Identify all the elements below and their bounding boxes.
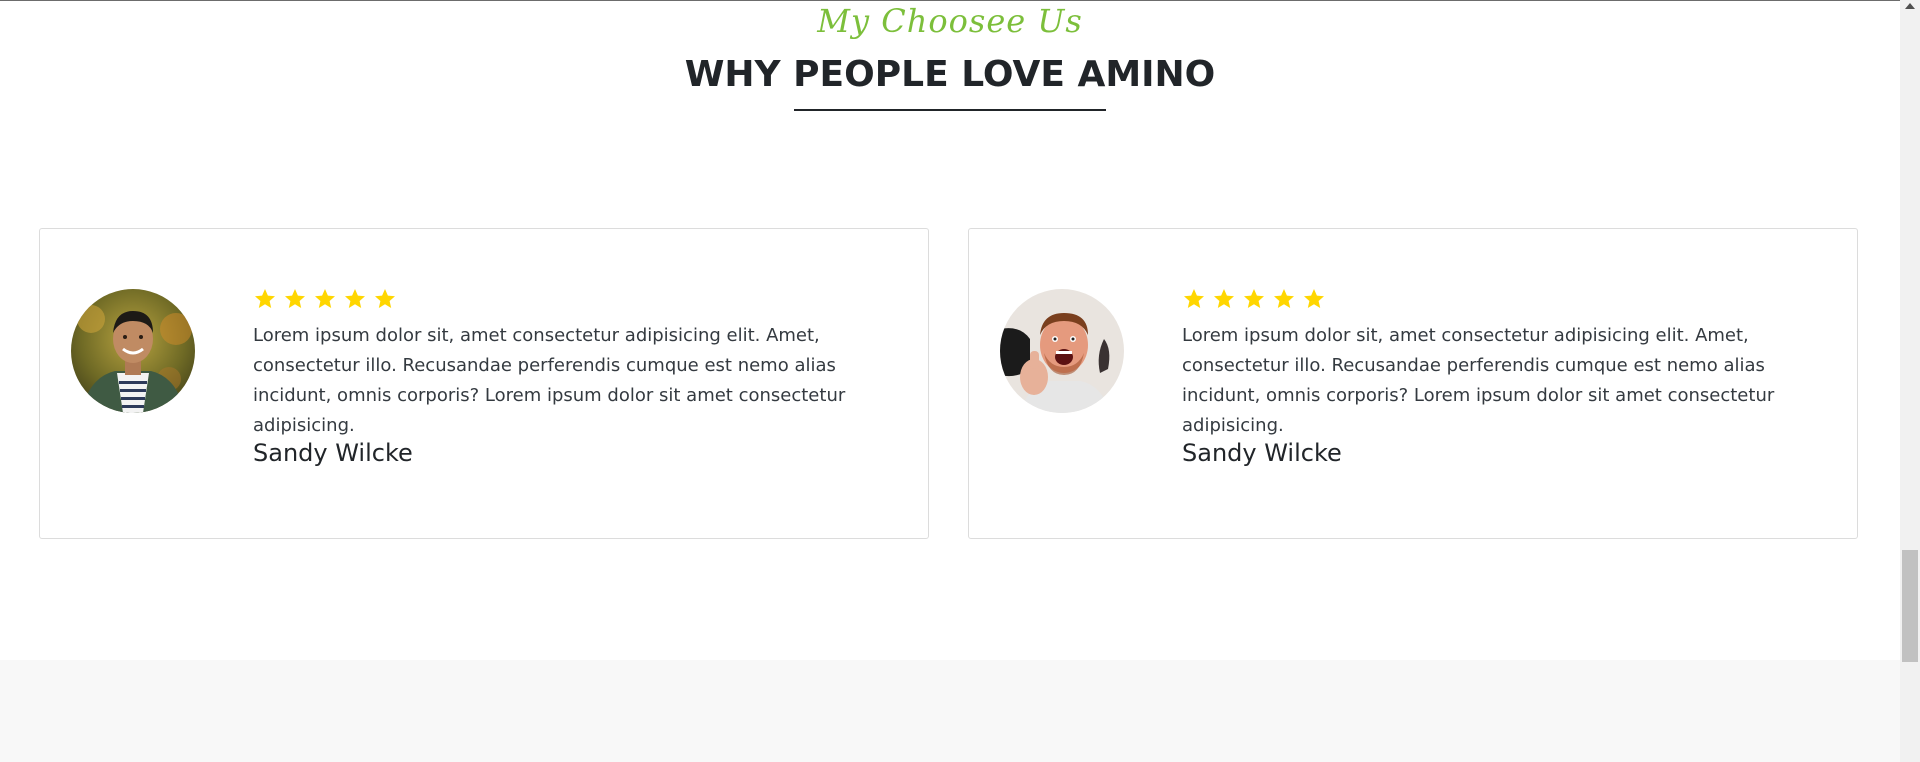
star-icon [255,289,275,308]
scrollbar-thumb[interactable] [1902,550,1918,662]
star-icon [1184,289,1204,308]
reviewer-name: Sandy Wilcke [1182,439,1342,467]
star-icon [285,289,305,308]
star-icon [1214,289,1234,308]
reviewer-name: Sandy Wilcke [253,439,413,467]
testimonials-section: My Choosee Us WHY PEOPLE LOVE AMINO Lore… [0,0,1900,660]
review-text: Lorem ipsum dolor sit, amet consectetur … [253,325,846,436]
star-icon [345,289,365,308]
testimonial-card: Lorem ipsum dolor sit, amet consectetur … [39,228,929,539]
section-subtitle: My Choosee Us [817,2,1083,40]
rating-stars [253,287,397,311]
star-icon [375,289,395,308]
title-underline [794,109,1106,111]
scroll-up-arrow-icon[interactable] [1905,3,1915,9]
avatar-photo-icon [71,289,195,413]
star-icon [1304,289,1324,308]
rating-stars [1182,287,1326,311]
star-icon [315,289,335,308]
star-icon [1244,289,1264,308]
section-title: WHY PEOPLE LOVE AMINO [684,54,1216,95]
review-text: Lorem ipsum dolor sit, amet consectetur … [1182,325,1775,436]
avatar [1000,289,1124,413]
top-divider [0,0,1900,1]
next-section-band [0,660,1900,762]
avatar [71,289,195,413]
testimonial-card: Lorem ipsum dolor sit, amet consectetur … [968,228,1858,539]
star-icon [1274,289,1294,308]
avatar-photo-icon [1000,289,1124,413]
page-viewport: My Choosee Us WHY PEOPLE LOVE AMINO Lore… [0,0,1920,762]
